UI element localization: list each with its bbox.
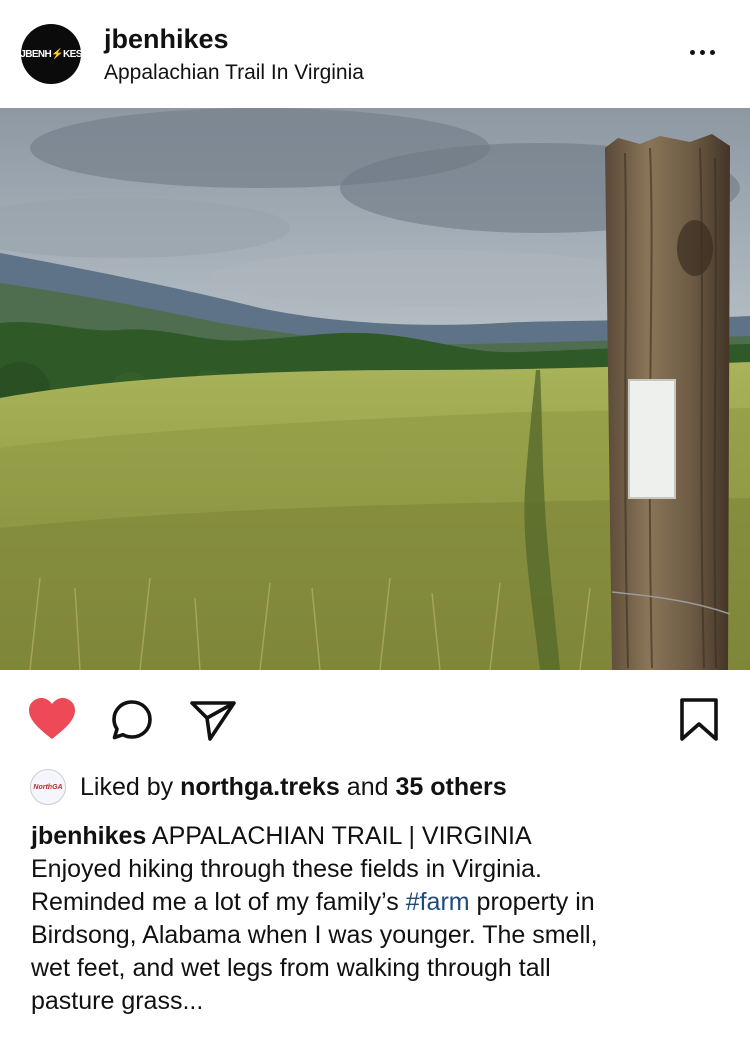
caption-line: Birdsong, Alabama when I was younger. Th…	[31, 921, 598, 949]
action-bar	[0, 670, 750, 766]
caption-text: property in	[476, 888, 595, 916]
landscape-image	[0, 108, 750, 670]
avatar-logo-text: JBENH⚡KES	[20, 48, 82, 60]
caption-username[interactable]: jbenhikes	[31, 822, 146, 850]
caption-text: Reminded me a lot of my family’s	[31, 888, 399, 916]
post-location[interactable]: Appalachian Trail In Virginia	[104, 61, 364, 85]
post-header: JBENH⚡KES jbenhikes Appalachian Trail In…	[0, 0, 750, 108]
caption-line: pasture grass...	[31, 987, 204, 1015]
liker-avatar[interactable]: NorthGA	[30, 769, 66, 805]
likes-prefix: Liked by	[80, 772, 174, 801]
liker-avatar-logo: NorthGA	[33, 783, 63, 791]
caption-line: Reminded me a lot of my family’s #farm p…	[31, 886, 731, 919]
comment-icon[interactable]	[111, 699, 155, 743]
liker-username[interactable]: northga.treks	[180, 773, 340, 801]
send-icon[interactable]	[190, 700, 236, 742]
hashtag-link[interactable]: #farm	[406, 888, 470, 916]
likes-connector: and	[346, 772, 389, 801]
post-photo[interactable]	[0, 108, 750, 670]
more-icon[interactable]	[690, 50, 715, 55]
caption-title: APPALACHIAN TRAIL | VIRGINIA	[151, 822, 532, 850]
post-username[interactable]: jbenhikes	[104, 24, 229, 55]
bookmark-icon[interactable]	[679, 698, 719, 742]
likes-text: Liked by northga.treks and 35 others	[80, 773, 507, 802]
heart-icon[interactable]	[28, 698, 76, 740]
caption-line: wet feet, and wet legs from walking thro…	[31, 954, 551, 982]
caption-title-line: jbenhikes APPALACHIAN TRAIL | VIRGINIA	[31, 820, 731, 853]
post-caption: jbenhikes APPALACHIAN TRAIL | VIRGINIA E…	[31, 820, 731, 1018]
likes-others-link[interactable]: 35 others	[395, 773, 506, 801]
likes-row[interactable]: NorthGA Liked by northga.treks and 35 ot…	[30, 769, 507, 805]
profile-avatar[interactable]: JBENH⚡KES	[20, 24, 82, 84]
caption-line: Enjoyed hiking through these fields in V…	[31, 855, 542, 883]
